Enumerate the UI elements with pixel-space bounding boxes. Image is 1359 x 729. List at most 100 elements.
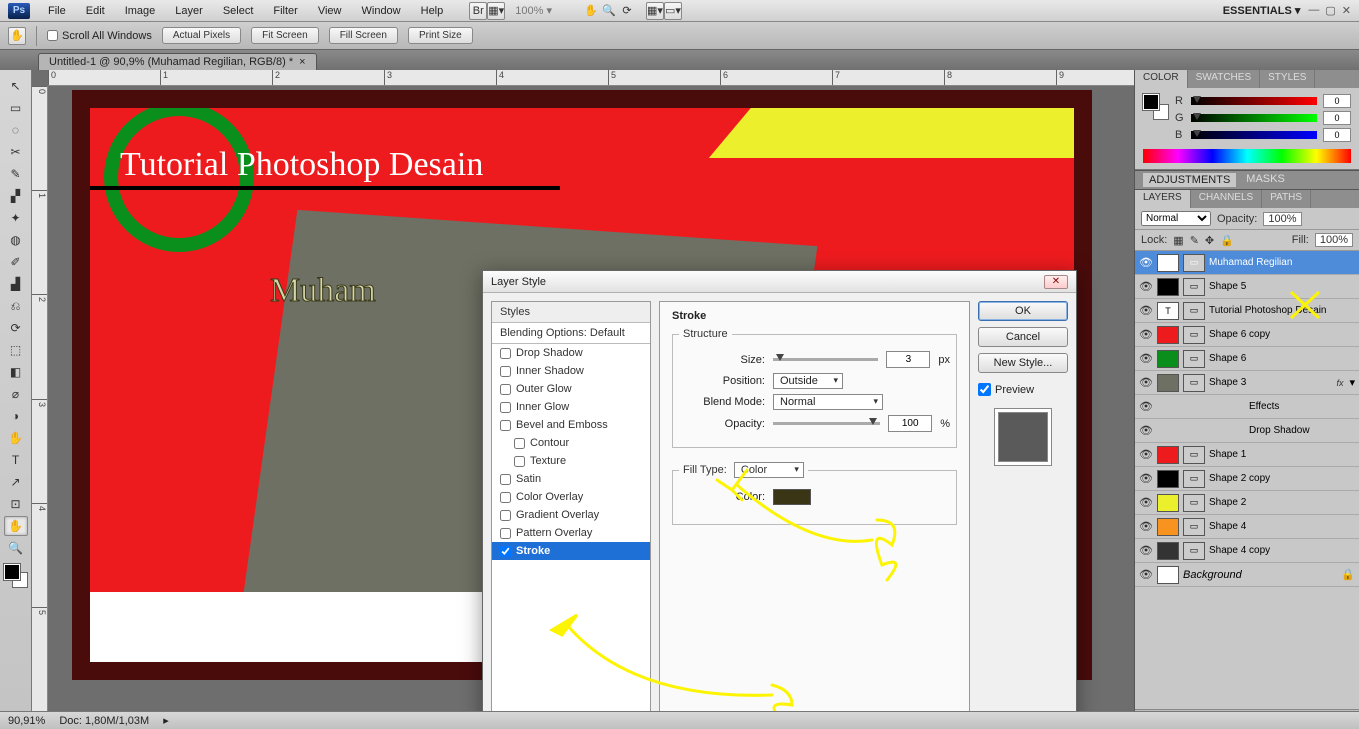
- r-value[interactable]: 0: [1323, 94, 1351, 108]
- tab-close-icon[interactable]: ×: [299, 56, 305, 68]
- fill-screen-button[interactable]: Fill Screen: [329, 27, 398, 44]
- document-tab[interactable]: Untitled-1 @ 90,9% (Muhamad Regilian, RG…: [38, 53, 317, 70]
- style-option-inner-shadow[interactable]: Inner Shadow: [492, 362, 650, 380]
- layer-row[interactable]: 👁T▭Muhamad Regilian: [1135, 251, 1359, 275]
- fit-screen-button[interactable]: Fit Screen: [251, 27, 319, 44]
- arrange-icon[interactable]: ▦▾: [646, 2, 664, 20]
- tool-8[interactable]: ✐: [4, 252, 28, 272]
- swatches-tab[interactable]: SWATCHES: [1188, 70, 1261, 88]
- tool-1[interactable]: ▭: [4, 98, 28, 118]
- tool-9[interactable]: ▟: [4, 274, 28, 294]
- style-option-texture[interactable]: Texture: [492, 452, 650, 470]
- hand-icon[interactable]: ✋: [582, 2, 600, 20]
- tool-0[interactable]: ↖: [4, 76, 28, 96]
- layer-row[interactable]: 👁▭Shape 2 copy: [1135, 467, 1359, 491]
- style-option-stroke[interactable]: Stroke: [492, 542, 650, 560]
- menu-window[interactable]: Window: [352, 0, 411, 22]
- tool-4[interactable]: ✎: [4, 164, 28, 184]
- style-option-contour[interactable]: Contour: [492, 434, 650, 452]
- dialog-close-button[interactable]: ✕: [1044, 275, 1068, 289]
- menu-layer[interactable]: Layer: [165, 0, 213, 22]
- tool-6[interactable]: ✦: [4, 208, 28, 228]
- maximize-icon[interactable]: ▢: [1325, 4, 1335, 17]
- blending-options-row[interactable]: Blending Options: Default: [492, 323, 650, 344]
- menu-filter[interactable]: Filter: [263, 0, 307, 22]
- layer-row[interactable]: 👁▭Shape 5: [1135, 275, 1359, 299]
- layer-row[interactable]: 👁Effects: [1135, 395, 1359, 419]
- tool-11[interactable]: ⟳: [4, 318, 28, 338]
- b-value[interactable]: 0: [1323, 128, 1351, 142]
- lock-position-icon[interactable]: ✎: [1190, 234, 1199, 247]
- style-option-gradient-overlay[interactable]: Gradient Overlay: [492, 506, 650, 524]
- filltype-select[interactable]: Color: [734, 462, 804, 478]
- color-swatches[interactable]: [4, 564, 28, 588]
- minimize-icon[interactable]: —: [1308, 4, 1319, 17]
- lock-move-icon[interactable]: ✥: [1205, 234, 1214, 247]
- paths-tab[interactable]: PATHS: [1262, 190, 1311, 208]
- lock-all-icon[interactable]: 🔒: [1220, 234, 1234, 247]
- tool-15[interactable]: ◑: [4, 406, 28, 426]
- ok-button[interactable]: OK: [978, 301, 1068, 321]
- r-slider[interactable]: [1191, 97, 1317, 105]
- zoom-combo[interactable]: 100% ▾: [505, 0, 562, 22]
- opacity-slider[interactable]: [773, 422, 880, 425]
- layer-row[interactable]: 👁▭Shape 1: [1135, 443, 1359, 467]
- layer-row[interactable]: 👁▭Shape 6: [1135, 347, 1359, 371]
- bridge-icon[interactable]: Br: [469, 2, 487, 20]
- g-slider[interactable]: [1191, 114, 1317, 122]
- layer-row[interactable]: 👁Drop Shadow: [1135, 419, 1359, 443]
- tool-2[interactable]: ◌: [4, 120, 28, 140]
- close-icon[interactable]: ✕: [1342, 4, 1351, 17]
- masks-tab[interactable]: MASKS: [1246, 173, 1285, 187]
- layer-row[interactable]: 👁▭Shape 3fx▾: [1135, 371, 1359, 395]
- layer-opacity-value[interactable]: 100%: [1263, 212, 1301, 226]
- g-value[interactable]: 0: [1323, 111, 1351, 125]
- position-select[interactable]: Outside: [773, 373, 843, 389]
- style-option-bevel-and-emboss[interactable]: Bevel and Emboss: [492, 416, 650, 434]
- dialog-titlebar[interactable]: Layer Style ✕: [483, 271, 1076, 293]
- opacity-input[interactable]: [888, 415, 932, 432]
- menu-view[interactable]: View: [308, 0, 352, 22]
- styles-header[interactable]: Styles: [492, 302, 650, 323]
- tool-7[interactable]: ◍: [4, 230, 28, 250]
- adjustments-tab[interactable]: ADJUSTMENTS: [1143, 173, 1236, 187]
- size-slider[interactable]: [773, 358, 878, 361]
- actual-pixels-button[interactable]: Actual Pixels: [162, 27, 241, 44]
- layer-blend-select[interactable]: Normal: [1141, 211, 1211, 226]
- color-swatch[interactable]: [773, 489, 811, 505]
- status-docinfo[interactable]: Doc: 1,80M/1,03M: [59, 715, 149, 727]
- color-spectrum[interactable]: [1143, 149, 1351, 163]
- hand-tool-icon[interactable]: ✋: [8, 27, 26, 45]
- layer-row[interactable]: 👁▭Shape 2: [1135, 491, 1359, 515]
- styles-tab[interactable]: STYLES: [1260, 70, 1315, 88]
- style-option-drop-shadow[interactable]: Drop Shadow: [492, 344, 650, 362]
- size-input[interactable]: [886, 351, 930, 368]
- layers-tab[interactable]: LAYERS: [1135, 190, 1191, 208]
- tool-12[interactable]: ⬚: [4, 340, 28, 360]
- zoom-icon[interactable]: 🔍: [600, 2, 618, 20]
- preview-checkbox[interactable]: Preview: [978, 383, 1068, 396]
- menu-help[interactable]: Help: [411, 0, 454, 22]
- channels-tab[interactable]: CHANNELS: [1191, 190, 1262, 208]
- menu-select[interactable]: Select: [213, 0, 264, 22]
- menu-file[interactable]: File: [38, 0, 76, 22]
- tool-5[interactable]: ▞: [4, 186, 28, 206]
- layer-row[interactable]: 👁T▭Tutorial Photoshop Desain: [1135, 299, 1359, 323]
- fill-value[interactable]: 100%: [1315, 233, 1353, 247]
- tool-13[interactable]: ◧: [4, 362, 28, 382]
- status-arrow-icon[interactable]: ▸: [163, 714, 169, 727]
- style-option-pattern-overlay[interactable]: Pattern Overlay: [492, 524, 650, 542]
- tool-14[interactable]: ⌀: [4, 384, 28, 404]
- tool-3[interactable]: ✂: [4, 142, 28, 162]
- new-style-button[interactable]: New Style...: [978, 353, 1068, 373]
- style-option-outer-glow[interactable]: Outer Glow: [492, 380, 650, 398]
- workspace-switcher[interactable]: ESSENTIALS ▾: [1223, 4, 1301, 17]
- screen-icon[interactable]: ▭▾: [664, 2, 682, 20]
- print-size-button[interactable]: Print Size: [408, 27, 473, 44]
- tool-10[interactable]: ⎌: [4, 296, 28, 316]
- cancel-button[interactable]: Cancel: [978, 327, 1068, 347]
- style-option-inner-glow[interactable]: Inner Glow: [492, 398, 650, 416]
- lock-pixels-icon[interactable]: ▦: [1173, 234, 1183, 247]
- tool-20[interactable]: ✋: [4, 516, 28, 536]
- style-option-color-overlay[interactable]: Color Overlay: [492, 488, 650, 506]
